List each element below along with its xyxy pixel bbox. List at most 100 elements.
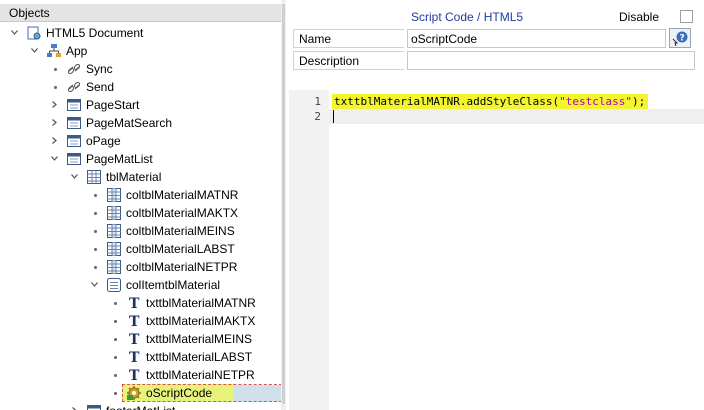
tree-node-label: coltblMaterialMATNR bbox=[126, 188, 239, 202]
tree-node-column[interactable]: coltblMaterialMATNR bbox=[0, 186, 280, 204]
bullet-icon bbox=[114, 374, 117, 377]
tree-node-textview[interactable]: T txttblMaterialLABST bbox=[0, 348, 280, 366]
tree-node-label: colItemtblMaterial bbox=[126, 278, 221, 292]
tree-node-column[interactable]: coltblMaterialMAKTX bbox=[0, 204, 280, 222]
tree-node-column[interactable]: coltblMaterialLABST bbox=[0, 240, 280, 258]
tree-node-label: footerMatList bbox=[106, 402, 175, 410]
tree-node-send[interactable]: Send bbox=[0, 78, 280, 96]
text-cursor bbox=[333, 110, 334, 123]
code-text: txttblMaterialMATNR.addStyleClass( bbox=[334, 95, 560, 108]
page-icon bbox=[66, 115, 82, 131]
code-text: ); bbox=[632, 95, 646, 108]
name-label: Name bbox=[293, 29, 404, 48]
text-icon: T bbox=[126, 367, 142, 383]
tree-node-app[interactable]: App bbox=[0, 42, 280, 60]
chevron-down-icon[interactable] bbox=[91, 281, 98, 288]
help-pointer-icon: ? bbox=[672, 31, 688, 47]
svg-text:T: T bbox=[129, 314, 140, 329]
tree-node-label: App bbox=[66, 44, 88, 58]
tree-node-label: coltblMaterialLABST bbox=[126, 242, 235, 256]
bullet-icon bbox=[94, 248, 97, 251]
code-editor[interactable]: 1 2 txttblMaterialMATNR.addStyleClass("t… bbox=[289, 90, 704, 410]
tree-header: Objects bbox=[0, 4, 282, 22]
bullet-icon bbox=[114, 338, 117, 341]
tree-node-textview[interactable]: T txttblMaterialMEINS bbox=[0, 330, 280, 348]
chevron-down-icon[interactable] bbox=[31, 47, 38, 54]
tree-node-label: PageMatList bbox=[86, 152, 153, 166]
line-number: 2 bbox=[314, 110, 321, 123]
bullet-icon bbox=[114, 302, 117, 305]
text-icon: T bbox=[126, 331, 142, 347]
script-gear-icon bbox=[126, 385, 142, 401]
tree-node-pagematsearch[interactable]: PageMatSearch bbox=[0, 114, 280, 132]
chevron-down-icon[interactable] bbox=[11, 29, 18, 36]
line-number-gutter bbox=[289, 90, 329, 410]
chevron-right-icon[interactable] bbox=[51, 137, 58, 144]
tree-node-opage[interactable]: oPage bbox=[0, 132, 280, 150]
bullet-icon bbox=[54, 68, 57, 71]
code-string: "testclass" bbox=[559, 95, 633, 108]
tree-node-label: coltblMaterialMAKTX bbox=[126, 206, 239, 220]
tree-node-label: txttblMaterialMATNR bbox=[146, 296, 256, 310]
tree-node-column[interactable]: coltblMaterialMEINS bbox=[0, 222, 280, 240]
tree-node-label: txttblMaterialLABST bbox=[146, 350, 253, 364]
current-line-highlight bbox=[329, 109, 704, 124]
column-item-icon bbox=[106, 277, 122, 293]
tree-node-sync[interactable]: Sync bbox=[0, 60, 280, 78]
column-icon bbox=[106, 187, 122, 203]
chevron-right-icon[interactable] bbox=[51, 101, 58, 108]
name-field[interactable]: oScriptCode bbox=[407, 29, 666, 48]
tree-scrollbar-thumb[interactable] bbox=[282, 4, 285, 404]
tree-node-label: PageMatSearch bbox=[86, 116, 173, 130]
link-icon bbox=[66, 79, 82, 95]
disable-checkbox[interactable] bbox=[680, 10, 693, 23]
bullet-icon bbox=[94, 194, 97, 197]
column-icon bbox=[106, 223, 122, 239]
chevron-right-icon[interactable] bbox=[51, 119, 58, 126]
svg-text:T: T bbox=[129, 296, 140, 311]
bullet-icon bbox=[94, 230, 97, 233]
tree-node-label: txttblMaterialMAKTX bbox=[146, 314, 256, 328]
tree-node-html5-document[interactable]: HTML5 Document bbox=[0, 24, 280, 42]
column-icon bbox=[106, 205, 122, 221]
script-properties-panel: Script Code / HTML5 Disable Name oScript… bbox=[289, 0, 704, 410]
page-icon bbox=[66, 133, 82, 149]
tree-node-label: coltblMaterialMEINS bbox=[126, 224, 235, 238]
chevron-down-icon[interactable] bbox=[71, 173, 78, 180]
svg-text:T: T bbox=[129, 368, 140, 383]
tree-node-textview[interactable]: T txttblMaterialNETPR bbox=[0, 366, 280, 384]
bullet-icon bbox=[114, 320, 117, 323]
bullet-icon bbox=[114, 356, 117, 359]
svg-text:?: ? bbox=[680, 34, 685, 44]
svg-text:T: T bbox=[129, 332, 140, 347]
bullet-icon bbox=[94, 212, 97, 215]
tree-node-label: tblMaterial bbox=[106, 170, 162, 184]
tree-node-textview[interactable]: T txttblMaterialMATNR bbox=[0, 294, 280, 312]
tree-node-label: coltblMaterialNETPR bbox=[126, 260, 238, 274]
description-field[interactable] bbox=[407, 51, 695, 70]
tree-node-label: oScriptCode bbox=[146, 386, 213, 400]
tree-node-oscriptcode[interactable]: oScriptCode bbox=[0, 384, 282, 402]
tree-node-tblmaterial[interactable]: tblMaterial bbox=[0, 168, 280, 186]
tree-node-pagematlist[interactable]: PageMatList bbox=[0, 150, 280, 168]
text-icon: T bbox=[126, 349, 142, 365]
tree-node-pagestart[interactable]: PageStart bbox=[0, 96, 280, 114]
tree-node-label: txttblMaterialMEINS bbox=[146, 332, 253, 346]
tree-node-label: Send bbox=[86, 80, 115, 94]
code-line[interactable]: txttblMaterialMATNR.addStyleClass("testc… bbox=[332, 94, 649, 109]
help-button[interactable]: ? bbox=[669, 28, 691, 48]
tree-node-column[interactable]: coltblMaterialNETPR bbox=[0, 258, 280, 276]
tree-node-textview[interactable]: T txttblMaterialMAKTX bbox=[0, 312, 280, 330]
bullet-icon bbox=[114, 392, 117, 395]
panel-title: Script Code / HTML5 bbox=[411, 10, 524, 24]
table-icon bbox=[86, 169, 102, 185]
line-number: 1 bbox=[314, 95, 321, 108]
link-icon bbox=[66, 61, 82, 77]
tree-header-label: Objects bbox=[9, 6, 50, 20]
tree-node-label: PageStart bbox=[86, 98, 140, 112]
text-icon: T bbox=[126, 313, 142, 329]
chevron-down-icon[interactable] bbox=[51, 155, 58, 162]
tree-node-colitemtblmaterial[interactable]: colItemtblMaterial bbox=[0, 276, 280, 294]
app-sitemap-icon bbox=[46, 43, 62, 59]
tree-node-footermatlist[interactable]: footerMatList bbox=[0, 402, 280, 410]
